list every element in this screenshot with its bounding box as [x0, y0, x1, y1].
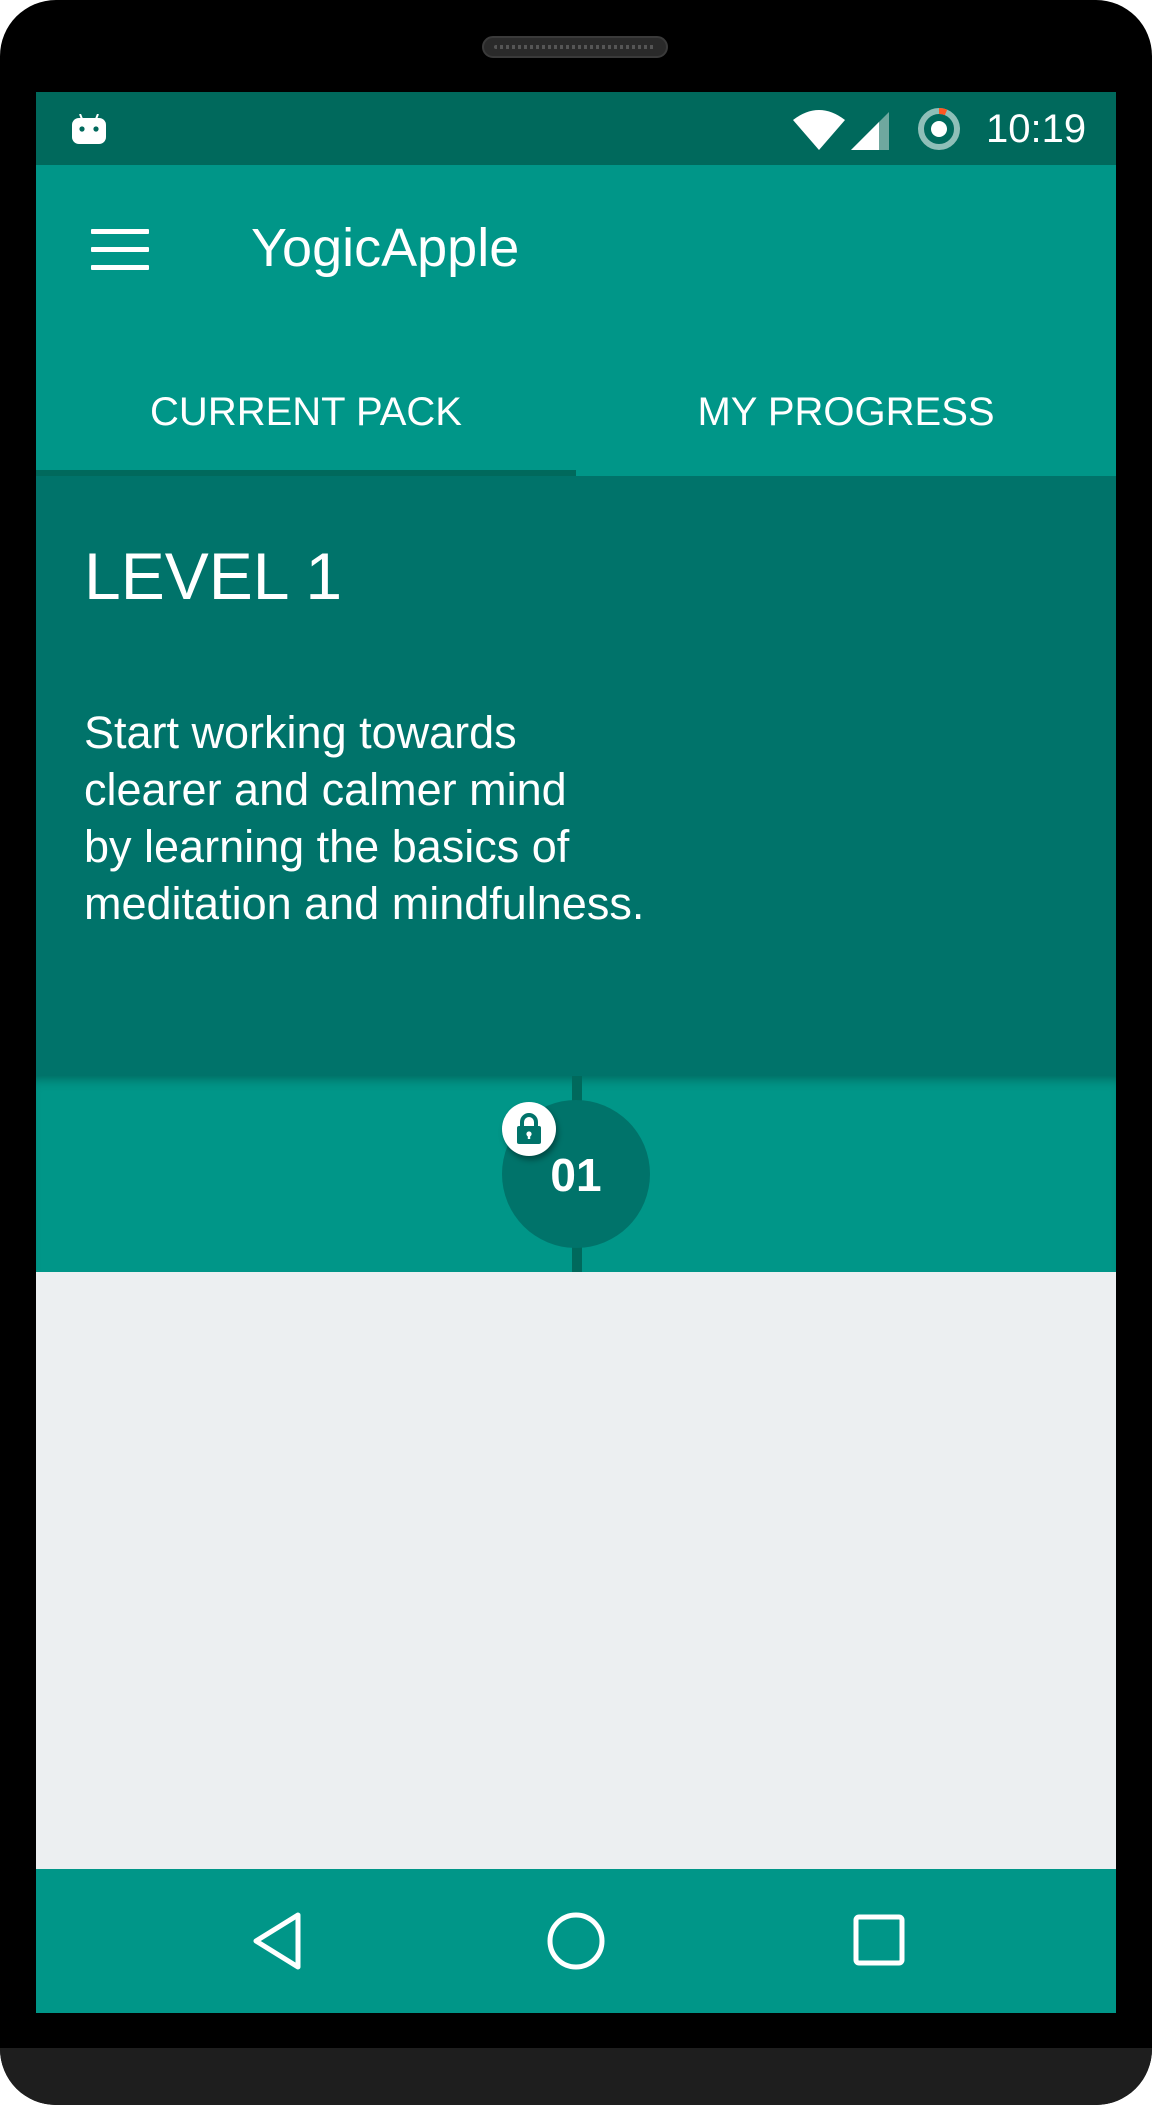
recents-icon[interactable] — [848, 1909, 912, 1973]
tab-current-pack[interactable]: CURRENT PACK — [36, 362, 576, 476]
home-icon[interactable] — [544, 1909, 608, 1973]
tab-current-pack-label: CURRENT PACK — [150, 390, 462, 434]
lock-badge — [502, 1102, 556, 1156]
tab-my-progress-label: MY PROGRESS — [697, 390, 995, 434]
level-description-line: by learning the basics of — [84, 821, 570, 872]
wifi-icon — [793, 110, 845, 150]
lock-icon — [517, 1113, 541, 1144]
device-frame: 10:19 YogicApple CURRENT PACK MY PROGRES… — [0, 0, 1152, 2105]
level-description-line: meditation and mindfulness. — [84, 878, 645, 929]
status-bar: 10:19 — [36, 92, 1116, 165]
device-speaker — [482, 36, 668, 58]
navigation-bar — [36, 1869, 1116, 2013]
app-title: YogicApple — [251, 218, 520, 278]
tab-my-progress[interactable]: MY PROGRESS — [576, 362, 1116, 476]
lesson-path: 01 — [36, 1076, 1116, 1272]
back-icon[interactable] — [248, 1909, 312, 1973]
device-chin — [0, 2048, 1152, 2105]
menu-icon[interactable] — [91, 227, 149, 271]
content-area — [36, 1272, 1116, 1869]
level-description: Start working towards clearer and calmer… — [84, 704, 724, 932]
signal-icon — [851, 112, 889, 150]
level-card: LEVEL 1 Start working towards clearer an… — [36, 476, 1116, 1076]
level-title: LEVEL 1 — [84, 539, 343, 613]
sync-icon — [918, 107, 960, 150]
level-description-line: Start working towards — [84, 707, 517, 758]
status-time: 10:19 — [986, 107, 1087, 151]
app-bar: YogicApple CURRENT PACK MY PROGRESS — [36, 165, 1116, 476]
level-description-line: clearer and calmer mind — [84, 764, 567, 815]
screen: 10:19 YogicApple CURRENT PACK MY PROGRES… — [36, 92, 1116, 2013]
android-icon — [72, 114, 106, 144]
